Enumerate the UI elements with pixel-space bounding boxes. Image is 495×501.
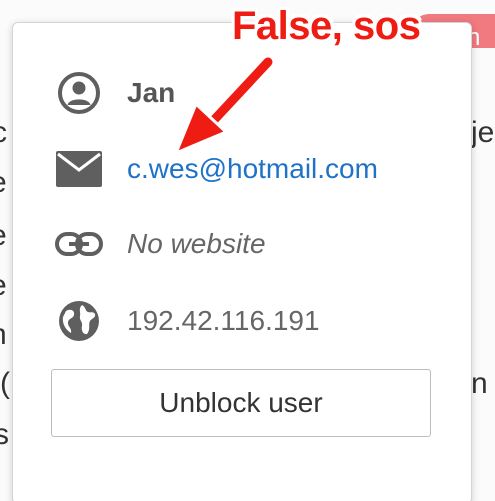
background-text-fragment: je (471, 116, 495, 149)
background-text-fragment: e (0, 168, 7, 198)
user-website-row: No website (55, 222, 266, 266)
unblock-user-button[interactable]: Unblock user (51, 369, 431, 437)
background-text-fragment: n (0, 320, 7, 350)
background-text-fragment: e (0, 221, 7, 251)
user-info-popover: Jan c.wes@hotmail.com No website 192.42.… (12, 22, 472, 501)
background-text-fragment: e (0, 271, 7, 301)
user-ip-address: 192.42.116.191 (127, 305, 320, 336)
user-name-row: Jan (55, 71, 175, 115)
user-icon (55, 71, 103, 115)
user-name: Jan (127, 77, 176, 108)
user-email-row: c.wes@hotmail.com (55, 147, 378, 191)
envelope-icon (55, 147, 103, 191)
background-text-fragment: n (471, 367, 488, 400)
user-email-link[interactable]: c.wes@hotmail.com (127, 155, 378, 183)
background-text-fragment: ( (0, 367, 10, 400)
globe-icon (55, 299, 103, 343)
user-ip-row: 192.42.116.191 (55, 299, 320, 343)
background-text-fragment: s (0, 418, 9, 451)
link-icon (55, 222, 103, 266)
background-text-fragment: c (0, 118, 7, 148)
annotation-label: False, sos (232, 4, 421, 48)
user-website: No website (127, 228, 266, 259)
